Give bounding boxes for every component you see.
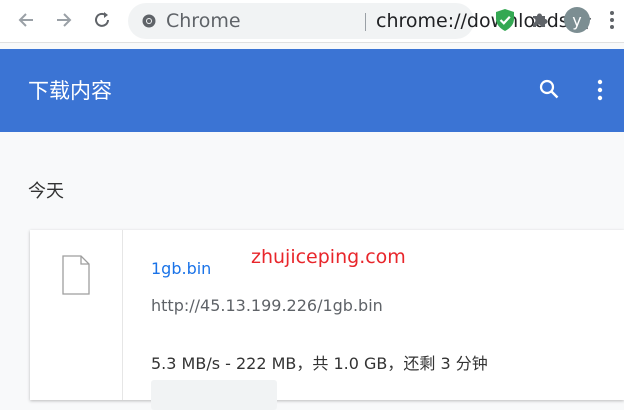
file-icon bbox=[62, 255, 90, 295]
watermark-text: zhujiceping.com bbox=[251, 246, 406, 268]
reload-button[interactable] bbox=[88, 6, 116, 34]
downloads-header: 下载内容 bbox=[0, 49, 624, 132]
download-file-name-link[interactable]: 1gb.bin bbox=[151, 259, 211, 278]
download-source-url: http://45.13.199.226/1gb.bin bbox=[151, 296, 383, 315]
omnibox-scheme-label: Chrome bbox=[166, 10, 241, 32]
arrow-right-icon bbox=[57, 13, 72, 27]
browser-toolbar: Chrome chrome://downloads y bbox=[0, 0, 624, 43]
back-button[interactable] bbox=[12, 6, 40, 34]
date-group-label: 今天 bbox=[28, 181, 64, 202]
shield-icon bbox=[496, 9, 514, 31]
page-title: 下载内容 bbox=[28, 79, 112, 103]
search-icon[interactable] bbox=[538, 78, 560, 100]
more-options-icon[interactable] bbox=[592, 77, 608, 103]
forward-button[interactable] bbox=[50, 6, 78, 34]
reload-icon bbox=[95, 12, 109, 27]
puzzle-icon bbox=[533, 13, 548, 27]
extensions-button[interactable] bbox=[526, 6, 554, 34]
chrome-icon bbox=[142, 14, 156, 28]
download-item-card: 1gb.bin zhujiceping.com http://45.13.199… bbox=[30, 230, 624, 410]
card-divider bbox=[122, 230, 123, 400]
omnibox-separator bbox=[365, 13, 366, 31]
address-bar[interactable]: Chrome chrome://downloads bbox=[128, 3, 592, 39]
pause-button[interactable] bbox=[151, 380, 277, 410]
profile-avatar[interactable]: y bbox=[564, 7, 590, 33]
arrow-left-icon bbox=[18, 13, 33, 27]
browser-menu-icon[interactable] bbox=[604, 6, 620, 34]
download-progress-text: 5.3 MB/s - 222 MB，共 1.0 GB，还剩 3 分钟 bbox=[151, 354, 488, 373]
adblock-extension-button[interactable] bbox=[491, 6, 519, 34]
